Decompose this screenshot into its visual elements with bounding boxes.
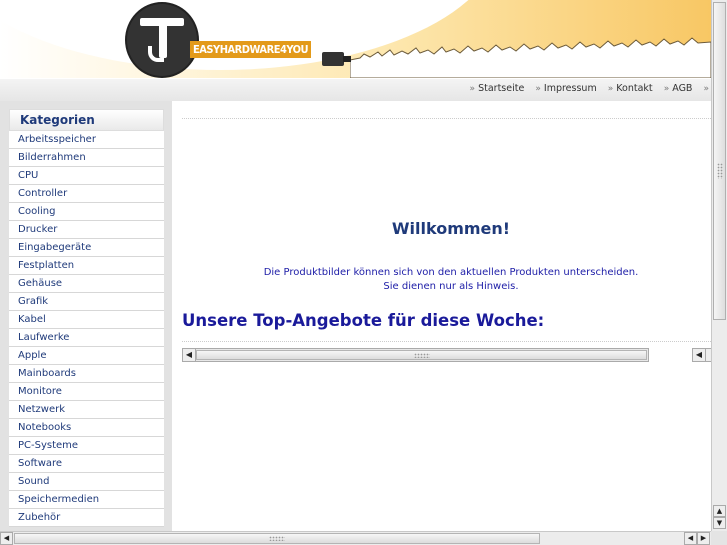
image-hint-line2: Sie dienen nur als Hinweis. <box>383 281 519 292</box>
top-offers-title: Unsere Top-Angebote für diese Woche: <box>182 311 545 330</box>
category-item[interactable]: Speichermedien <box>9 491 164 509</box>
category-item[interactable]: Netzwerk <box>9 401 164 419</box>
scroll-down-icon[interactable]: ▼ <box>713 517 726 529</box>
main-content: Willkommen! Die Produktbilder können sic… <box>172 101 711 531</box>
scroll-up-icon[interactable]: ▲ <box>713 505 726 517</box>
sidebar: Kategorien Arbeitsspeicher Bilderrahmen CP… <box>0 101 172 531</box>
category-item[interactable]: Bilderrahmen <box>9 149 164 167</box>
page-horizontal-scrollbar[interactable]: ◀ ◀ ▶ <box>0 531 711 545</box>
nav-bar: » Startseite » Impressum » Kontakt » AGB… <box>0 78 711 101</box>
nav-more-icon[interactable]: » <box>703 84 709 94</box>
nav-item-label: Impressum <box>543 83 597 94</box>
logo-icon[interactable] <box>125 2 199 78</box>
category-item[interactable]: Monitore <box>9 383 164 401</box>
category-item[interactable]: Festplatten <box>9 257 164 275</box>
category-item[interactable]: Grafik <box>9 293 164 311</box>
category-box: Kategorien Arbeitsspeicher Bilderrahmen CP… <box>9 109 164 527</box>
scrollbar-thumb[interactable] <box>14 533 540 544</box>
category-item[interactable]: Mainboards <box>9 365 164 383</box>
category-item[interactable]: Controller <box>9 185 164 203</box>
category-item[interactable]: Gehäuse <box>9 275 164 293</box>
category-item[interactable]: Software <box>9 455 164 473</box>
nav-arrow-icon: » <box>535 84 541 94</box>
category-item[interactable]: Zubehör <box>9 509 164 527</box>
nav-arrow-icon: » <box>663 84 670 94</box>
nav-item-impressum[interactable]: » Impressum <box>535 83 596 94</box>
nav-item-kontakt[interactable]: » Kontakt <box>608 83 653 94</box>
nav-item-label: AGB <box>672 83 693 94</box>
grip-icon <box>717 163 723 179</box>
category-item[interactable]: Arbeitsspeicher <box>9 131 164 149</box>
scrollbar-thumb[interactable] <box>713 2 726 320</box>
category-item[interactable]: Cooling <box>9 203 164 221</box>
category-item[interactable]: Notebooks <box>9 419 164 437</box>
welcome-heading: Willkommen! <box>391 219 511 238</box>
scroll-left-icon[interactable]: ◀ <box>693 349 706 361</box>
category-item[interactable]: Drucker <box>9 221 164 239</box>
category-item[interactable]: Laufwerke <box>9 329 164 347</box>
page-vertical-scrollbar[interactable]: ▲ ▼ <box>711 0 727 531</box>
nav-item-label: Startseite <box>478 83 525 94</box>
plug-prong <box>343 56 351 62</box>
scroll-left-icon[interactable]: ◀ <box>183 349 196 361</box>
site-header: EASYHARDWARE4YOU <box>0 0 711 78</box>
nav-item-agb[interactable]: » AGB <box>664 83 693 94</box>
category-title: Kategorien <box>9 109 164 131</box>
scroll-left-icon[interactable]: ◀ <box>0 532 13 545</box>
category-item[interactable]: Kabel <box>9 311 164 329</box>
divider <box>182 341 711 342</box>
city-skyline <box>350 37 711 78</box>
scrollbar-corner <box>711 531 727 545</box>
category-list: Arbeitsspeicher Bilderrahmen CPU Controller… <box>9 131 164 527</box>
nav-item-label: Kontakt <box>616 83 653 94</box>
grip-icon <box>269 536 285 541</box>
grip-icon <box>413 353 430 358</box>
scroll-right-icon[interactable]: ▶ <box>697 532 710 545</box>
category-item[interactable]: Sound <box>9 473 164 491</box>
offers-scrollbar-2[interactable]: ◀ <box>692 348 711 362</box>
category-item[interactable]: Apple <box>9 347 164 365</box>
offers-scrollbar[interactable]: ◀ <box>182 348 649 362</box>
category-item[interactable]: Eingabegeräte <box>9 239 164 257</box>
logo-text[interactable]: EASYHARDWARE4YOU <box>190 41 312 58</box>
nav-arrow-icon: » <box>607 84 614 94</box>
category-item[interactable]: CPU <box>9 167 164 185</box>
image-hint-line1: Die Produktbilder können sich von den ak… <box>263 267 639 278</box>
category-item[interactable]: PC-Systeme <box>9 437 164 455</box>
top-nav: » Startseite » Impressum » Kontakt » AGB… <box>462 83 709 94</box>
divider <box>182 118 711 119</box>
nav-arrow-icon: » <box>469 84 476 94</box>
scrollbar-thumb[interactable] <box>196 350 647 360</box>
plug-icon <box>322 52 344 66</box>
nav-item-startseite[interactable]: » Startseite <box>470 83 525 94</box>
scroll-left-icon[interactable]: ◀ <box>684 532 697 545</box>
